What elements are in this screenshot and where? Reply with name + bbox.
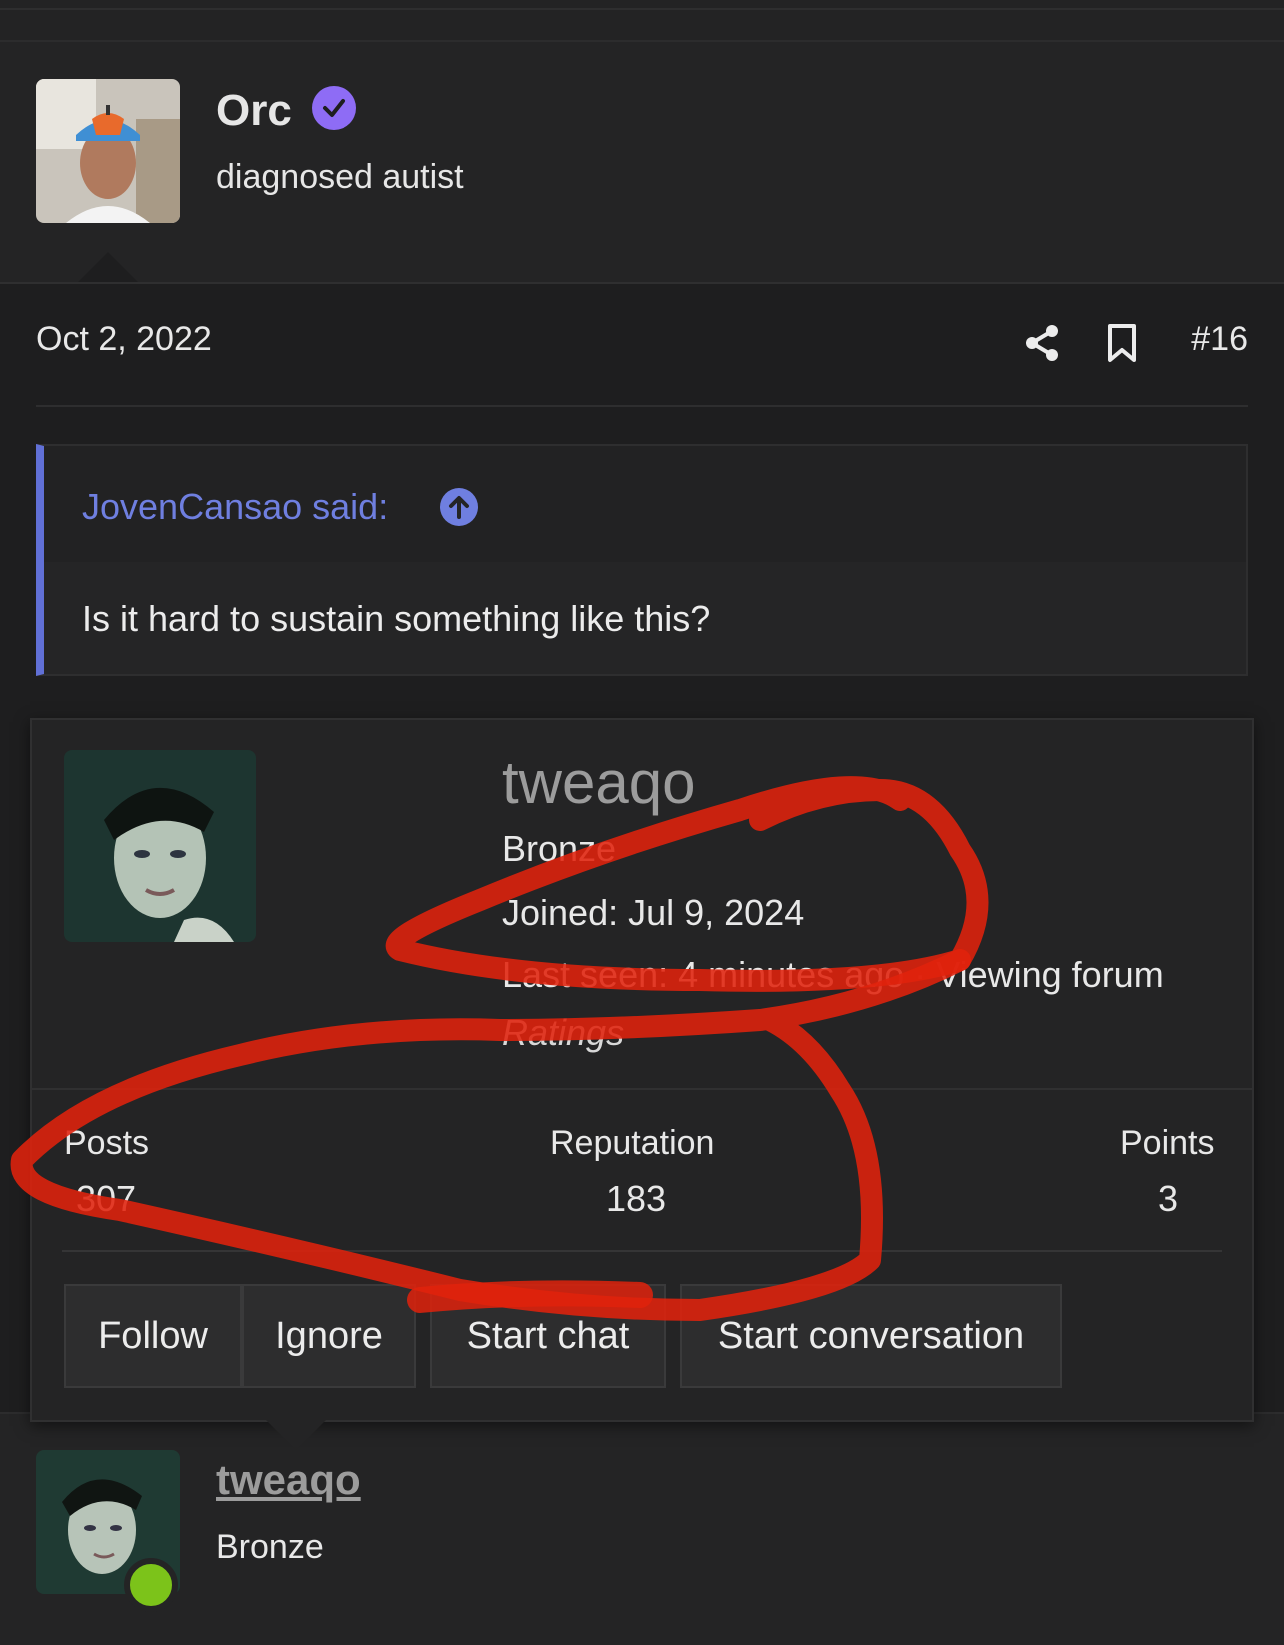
tooltip-last-seen: Last seen: 4 minutes ago · Viewing forum — [502, 954, 1164, 995]
next-post-author-header — [0, 1412, 1284, 1645]
post-permalink-number[interactable]: #16 — [1191, 320, 1248, 359]
stat-posts-value[interactable]: 307 — [76, 1178, 136, 1220]
stat-points-value[interactable]: 3 — [1158, 1178, 1178, 1220]
tooltip-ratings-link[interactable]: Ratings — [502, 1012, 624, 1054]
stat-reputation-label: Reputation — [550, 1124, 715, 1162]
stat-posts-label: Posts — [64, 1124, 150, 1162]
quote-text: Is it hard to sustain something like thi… — [82, 598, 711, 639]
next-post-author-title: Bronze — [216, 1528, 324, 1566]
online-status-indicator — [124, 1558, 178, 1612]
quote-author[interactable]: JovenCansao said: — [82, 486, 388, 528]
tooltip-rank: Bronze — [502, 828, 617, 869]
tooltip-joined: Joined: Jul 9, 2024 — [502, 892, 805, 933]
share-icon[interactable] — [1024, 324, 1060, 367]
tooltip-avatar[interactable] — [64, 750, 256, 942]
post-author-name[interactable]: Orc — [216, 86, 292, 136]
tooltip-buttons-divider — [62, 1250, 1222, 1252]
bookmark-icon[interactable] — [1106, 323, 1138, 368]
start-chat-button[interactable]: Start chat — [430, 1284, 666, 1388]
tooltip-stats-divider — [32, 1088, 1252, 1090]
follow-button[interactable]: Follow — [64, 1284, 242, 1388]
verified-check-icon — [312, 86, 356, 130]
post-date[interactable]: Oct 2, 2022 — [36, 320, 212, 359]
post-author-header — [0, 42, 1284, 284]
post-author-arrow — [78, 252, 138, 282]
top-bar — [0, 0, 1284, 42]
ignore-button[interactable]: Ignore — [242, 1284, 416, 1388]
stat-points-label: Points — [1120, 1124, 1215, 1162]
start-conversation-button[interactable]: Start conversation — [680, 1284, 1062, 1388]
stat-reputation-value[interactable]: 183 — [606, 1178, 666, 1220]
post-author-title: diagnosed autist — [216, 158, 464, 196]
author-avatar[interactable] — [36, 79, 180, 223]
tooltip-tail — [266, 1420, 326, 1450]
jump-up-arrow-icon[interactable] — [440, 488, 478, 526]
member-tooltip: tweaqo Bronze Joined: Jul 9, 2024 Last s… — [30, 718, 1254, 1422]
post-meta-divider — [36, 405, 1248, 407]
quote-block: JovenCansao said: Is it hard to sustain … — [36, 444, 1248, 676]
tooltip-username[interactable]: tweaqo — [502, 748, 695, 817]
next-post-author-name[interactable]: tweaqo — [216, 1456, 361, 1504]
